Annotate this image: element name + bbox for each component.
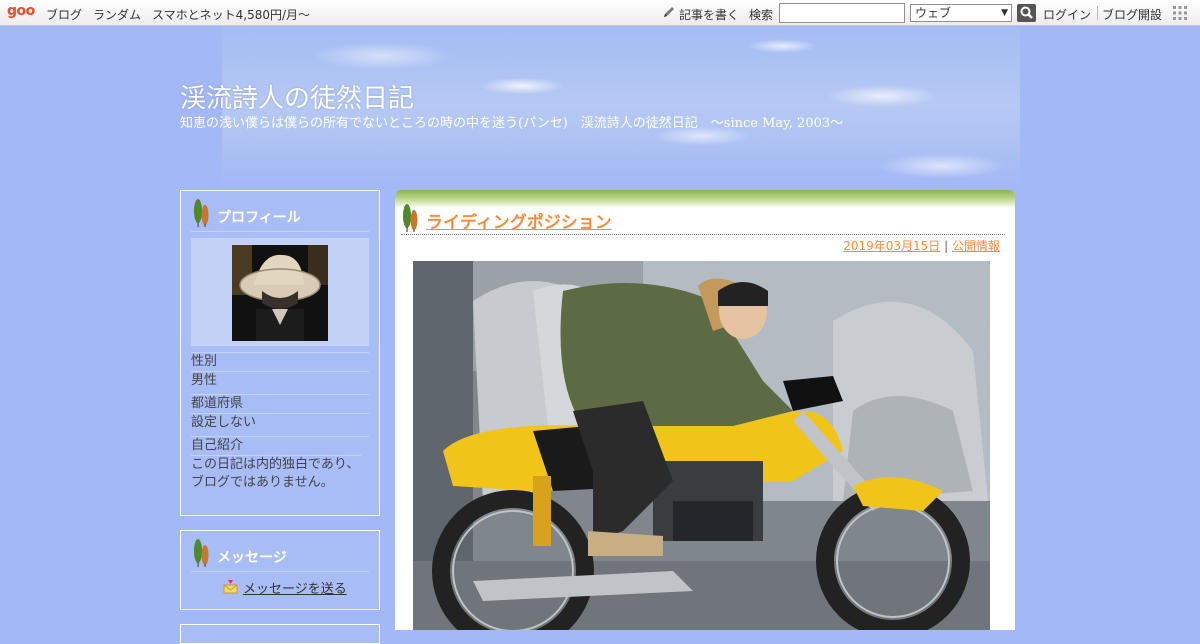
top-navigation-bar: goo ブログ ランダム スマホとネット4,580円/月～ 記事を書く 検索 ウ… bbox=[0, 0, 1200, 26]
profile-heading: プロフィール bbox=[191, 191, 369, 232]
cypress-tree-icon bbox=[194, 539, 209, 567]
search-scope-value: ウェブ bbox=[915, 6, 952, 20]
topnav-blog-link[interactable]: ブログ bbox=[46, 6, 82, 23]
write-article-link[interactable]: 記事を書く bbox=[679, 6, 739, 23]
entry-category-link[interactable]: 公開情報 bbox=[952, 239, 1000, 253]
topnav-divider bbox=[1097, 6, 1098, 20]
send-message-link[interactable]: メッセージを送る bbox=[243, 578, 347, 597]
gender-label: 性別 bbox=[191, 354, 218, 369]
topnav-random-link[interactable]: ランダム bbox=[93, 6, 141, 23]
login-link[interactable]: ログイン bbox=[1043, 6, 1091, 23]
prefecture-label: 都道府県 bbox=[191, 396, 244, 411]
blog-title[interactable]: 渓流詩人の徒然日記 bbox=[180, 78, 414, 115]
app-grid-icon[interactable] bbox=[1172, 5, 1188, 21]
entry-title-link[interactable]: ライディングポジション bbox=[426, 208, 612, 233]
topnav-mobile-ad-link[interactable]: スマホとネット4,580円/月～ bbox=[152, 6, 310, 23]
search-scope-select[interactable]: ウェブ ▼ bbox=[910, 4, 1012, 22]
profile-field-prefecture: 都道府県 設定しない bbox=[191, 394, 369, 432]
avatar-frame bbox=[191, 238, 369, 346]
message-title: メッセージ bbox=[217, 550, 287, 566]
meta-separator: | bbox=[944, 239, 949, 253]
search-label: 検索 bbox=[749, 8, 774, 22]
introduction-value: この日記は内的独白であり、ブログではありません。 bbox=[191, 455, 361, 490]
pencil-icon bbox=[664, 7, 674, 17]
gender-value: 男性 bbox=[191, 371, 369, 390]
blog-subtitle: 知恵の浅い僕らは僕らの所有でないところの時の中を迷う(パンセ) 渓流詩人の徒然日… bbox=[180, 116, 844, 131]
magnifier-icon bbox=[1020, 6, 1033, 19]
open-blog-link[interactable]: ブログ開設 bbox=[1102, 6, 1162, 23]
prefecture-value: 設定しない bbox=[191, 413, 369, 432]
search-input[interactable] bbox=[779, 3, 905, 23]
entry-photo-motorcycle[interactable] bbox=[413, 261, 990, 630]
entry-green-band bbox=[395, 190, 1015, 208]
dropdown-arrow-icon: ▼ bbox=[1001, 8, 1008, 18]
entry-date-link[interactable]: 2019年03月15日 bbox=[843, 239, 940, 253]
profile-field-introduction: 自己紹介 この日記は内的独白であり、ブログではありません。 bbox=[191, 436, 369, 492]
search-button[interactable] bbox=[1017, 4, 1036, 22]
cypress-tree-icon bbox=[194, 199, 209, 227]
envelope-icon bbox=[223, 580, 238, 594]
avatar[interactable] bbox=[232, 245, 328, 341]
goo-logo[interactable]: goo bbox=[7, 3, 35, 19]
title-divider bbox=[401, 234, 1005, 235]
profile-title: プロフィール bbox=[217, 210, 301, 226]
entry-meta: 2019年03月15日 | 公開情報 bbox=[843, 237, 1000, 254]
profile-box: プロフィール 性別 男性 都道府県 設定しない 自己紹介 この日記は内的独白であ… bbox=[180, 190, 380, 516]
next-sidebar-box bbox=[180, 624, 380, 644]
message-heading: メッセージ bbox=[191, 531, 369, 572]
cypress-tree-icon bbox=[403, 204, 418, 232]
profile-field-gender: 性別 男性 bbox=[191, 352, 369, 390]
message-box: メッセージ メッセージを送る bbox=[180, 530, 380, 610]
introduction-label: 自己紹介 bbox=[191, 438, 244, 453]
entry-panel: ライディングポジション 2019年03月15日 | 公開情報 bbox=[395, 190, 1015, 630]
